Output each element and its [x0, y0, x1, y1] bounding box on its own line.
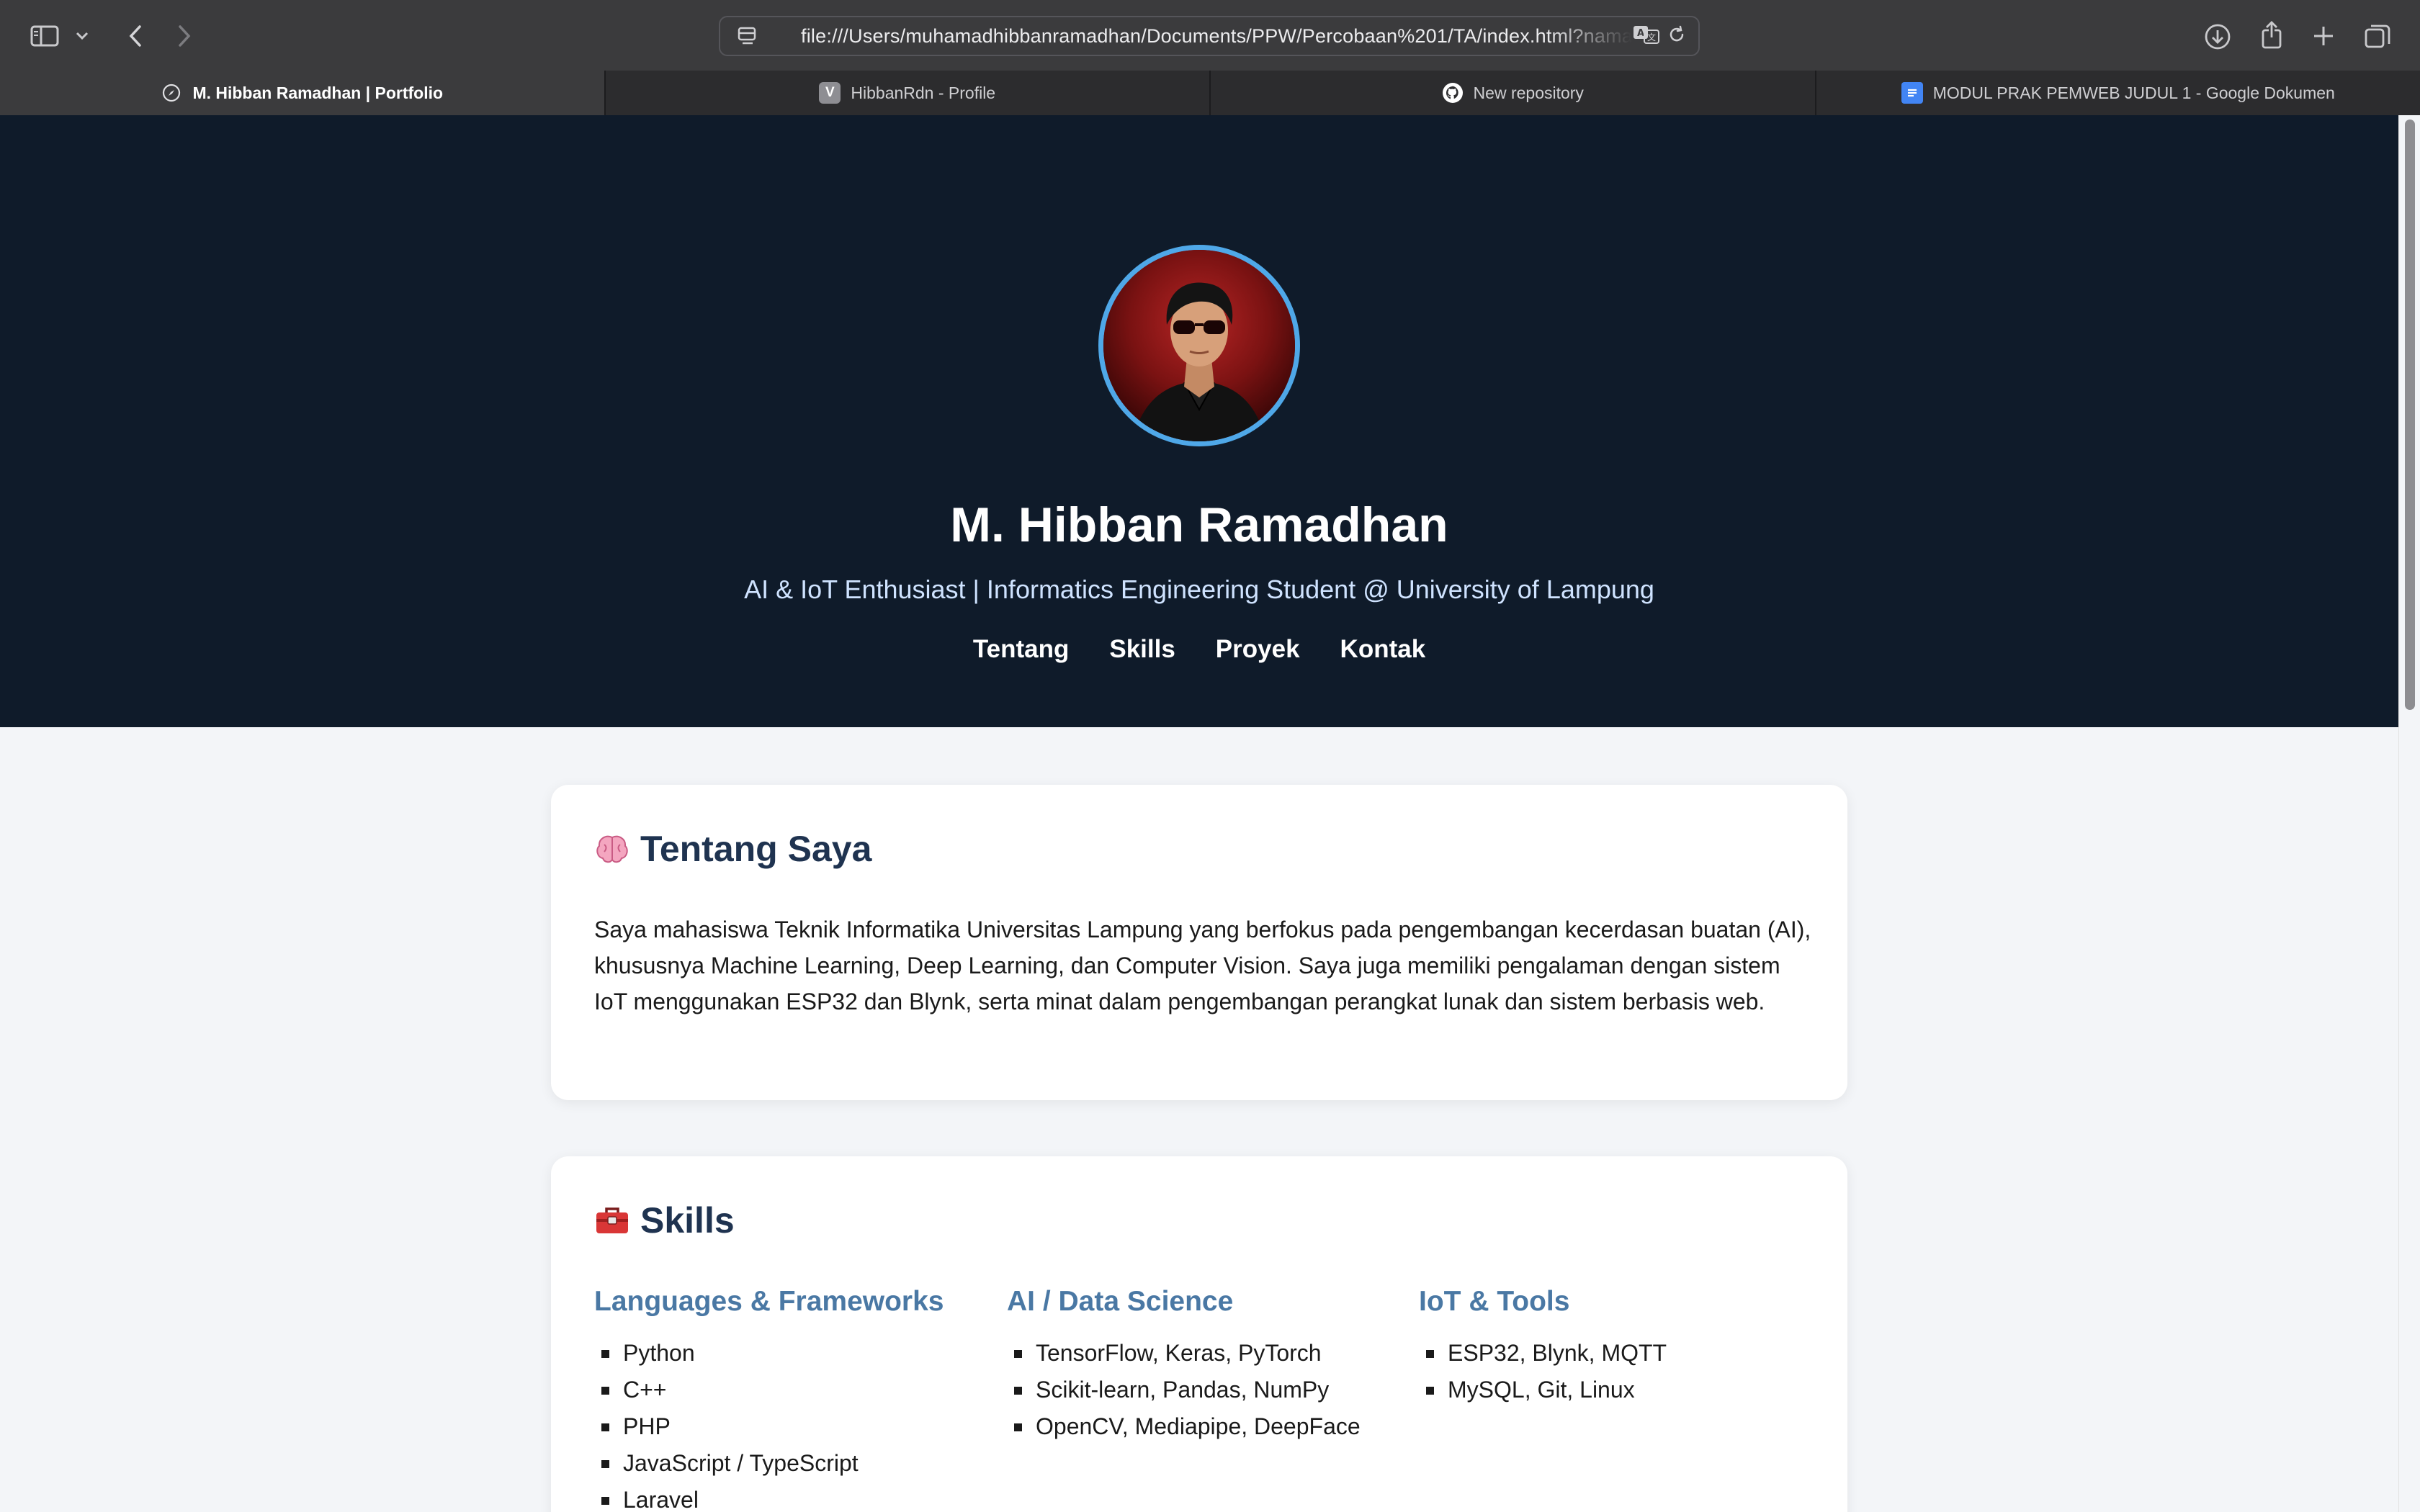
svg-text:文: 文	[1647, 32, 1656, 42]
new-tab-plus-icon[interactable]	[2309, 22, 2338, 50]
skill-item: Scikit-learn, Pandas, NumPy	[1007, 1372, 1410, 1408]
page-scrollbar[interactable]	[2398, 115, 2420, 1512]
reload-icon[interactable]	[1667, 24, 1687, 48]
address-bar[interactable]: file:///Users/muhamadhibbanramadhan/Docu…	[719, 16, 1700, 56]
tab-bar: M. Hibban Ramadhan | Portfolio V HibbanR…	[0, 71, 2420, 115]
skill-item: Python	[594, 1335, 998, 1372]
nav-link-tentang[interactable]: Tentang	[973, 635, 1070, 664]
tab-overview-icon[interactable]	[2362, 22, 2393, 52]
tab-title: HibbanRdn - Profile	[851, 83, 996, 102]
svg-text:A: A	[1637, 28, 1644, 39]
nav-link-proyek[interactable]: Proyek	[1216, 635, 1300, 664]
v-favicon: V	[819, 82, 841, 104]
skill-item: TensorFlow, Keras, PyTorch	[1007, 1335, 1410, 1372]
hero-name: M. Hibban Ramadhan	[950, 498, 1448, 552]
tab-title: M. Hibban Ramadhan | Portfolio	[192, 83, 444, 102]
skill-item: JavaScript / TypeScript	[594, 1445, 998, 1482]
downloads-icon[interactable]	[2202, 22, 2233, 52]
share-icon[interactable]	[2257, 19, 2286, 50]
skill-column-heading: Languages & Frameworks	[594, 1286, 944, 1317]
page-settings-icon[interactable]	[726, 17, 769, 55]
skills-title: Skills	[594, 1200, 735, 1241]
hero-header: M. Hibban Ramadhan AI & IoT Enthusiast |…	[0, 115, 2398, 727]
github-icon	[1442, 82, 1464, 104]
skill-item: Laravel	[594, 1482, 998, 1512]
browser-toolbar: file:///Users/muhamadhibbanramadhan/Docu…	[0, 0, 2420, 71]
skill-column-iot: IoT & Tools ESP32, Blynk, MQTT MySQL, Gi…	[1419, 1286, 1822, 1408]
skill-item: MySQL, Git, Linux	[1419, 1372, 1822, 1408]
skill-item: ESP32, Blynk, MQTT	[1419, 1335, 1822, 1372]
url-text[interactable]: file:///Users/muhamadhibbanramadhan/Docu…	[769, 25, 1632, 48]
skill-item: OpenCV, Mediapipe, DeepFace	[1007, 1408, 1410, 1445]
sidebar-toggle-icon[interactable]	[26, 22, 63, 50]
tab-title: New repository	[1473, 83, 1584, 102]
toolbox-icon	[594, 1202, 630, 1238]
about-title-text: Tentang Saya	[640, 829, 872, 869]
tab-profile[interactable]: V HibbanRdn - Profile	[604, 71, 1210, 115]
hero-tagline: AI & IoT Enthusiast | Informatics Engine…	[744, 575, 1654, 604]
skill-item: PHP	[594, 1408, 998, 1445]
nav-link-kontak[interactable]: Kontak	[1340, 635, 1426, 664]
google-docs-icon	[1901, 82, 1923, 104]
brain-icon	[594, 831, 630, 867]
skills-title-text: Skills	[640, 1200, 735, 1241]
tab-group-chevron-down-icon[interactable]	[72, 26, 92, 46]
skill-item: C++	[594, 1372, 998, 1408]
tab-google-docs[interactable]: MODUL PRAK PEMWEB JUDUL 1 - Google Dokum…	[1814, 71, 2420, 115]
tab-portfolio[interactable]: M. Hibban Ramadhan | Portfolio	[0, 71, 604, 115]
about-card: Tentang Saya Saya mahasiswa Teknik Infor…	[551, 785, 1847, 1100]
back-arrow-icon[interactable]	[121, 22, 150, 50]
about-paragraph: Saya mahasiswa Teknik Informatika Univer…	[594, 917, 1811, 1014]
skill-column-ai: AI / Data Science TensorFlow, Keras, PyT…	[1007, 1286, 1410, 1445]
skill-column-heading: AI / Data Science	[1007, 1286, 1234, 1317]
page-viewport: M. Hibban Ramadhan AI & IoT Enthusiast |…	[0, 115, 2420, 1512]
scrollbar-thumb[interactable]	[2405, 120, 2415, 710]
skill-column-languages: Languages & Frameworks Python C++ PHP Ja…	[594, 1286, 998, 1512]
translate-icon[interactable]: A文	[1632, 24, 1661, 49]
about-title: Tentang Saya	[594, 828, 871, 870]
profile-photo	[1098, 245, 1300, 446]
tab-title: MODUL PRAK PEMWEB JUDUL 1 - Google Dokum…	[1932, 83, 2335, 102]
skills-card: Skills Languages & Frameworks Python C++…	[551, 1156, 1847, 1512]
tab-new-repository[interactable]: New repository	[1209, 71, 1815, 115]
hero-nav: Tentang Skills Proyek Kontak	[0, 635, 2398, 664]
forward-arrow-icon[interactable]	[170, 22, 199, 50]
skill-column-heading: IoT & Tools	[1419, 1286, 1570, 1317]
compass-icon	[161, 82, 182, 104]
nav-link-skills[interactable]: Skills	[1109, 635, 1175, 664]
